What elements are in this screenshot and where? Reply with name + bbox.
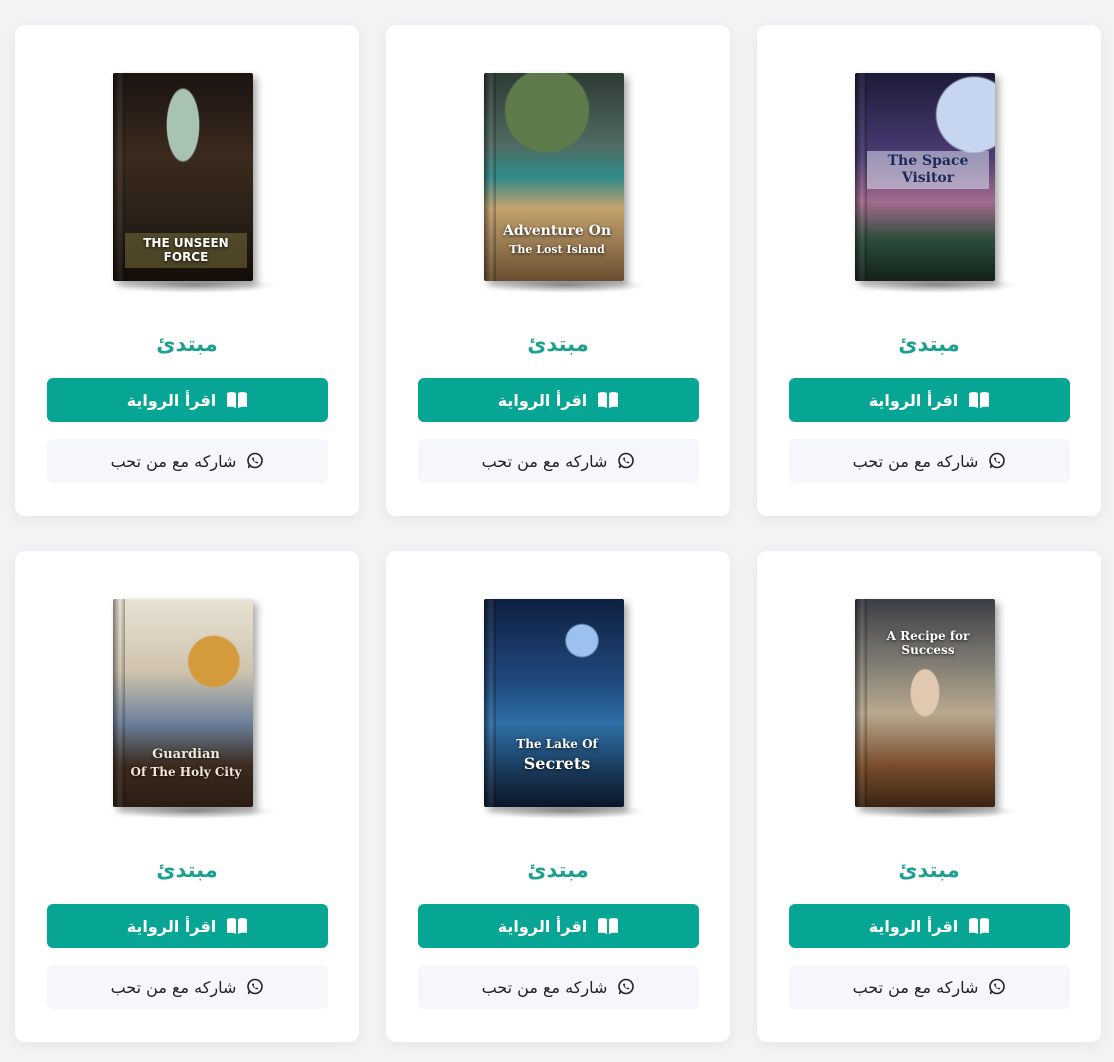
level-label: مبتدئ [527, 332, 589, 356]
level-label: مبتدئ [898, 858, 960, 882]
whatsapp-icon [246, 452, 264, 470]
open-book-icon [968, 917, 990, 935]
open-book-icon [226, 917, 248, 935]
read-novel-button[interactable]: اقرأ الرواية [418, 378, 699, 422]
cover-title: A Recipe for Success [886, 629, 970, 658]
level-label: مبتدئ [527, 858, 589, 882]
share-whatsapp-button[interactable]: شاركه مع من تحب [789, 439, 1070, 483]
read-button-label: اقرأ الرواية [497, 916, 588, 936]
book-card: THE UNSEEN FORCE مبتدئ اقرأ الرواية شارك… [15, 25, 359, 516]
book-cover[interactable]: Adventure On The Lost Island [478, 73, 648, 293]
share-button-label: شاركه مع من تحب [110, 451, 237, 471]
read-button-label: اقرأ الرواية [126, 916, 217, 936]
whatsapp-icon [988, 452, 1006, 470]
book-cover[interactable]: A Recipe for Success [849, 599, 1019, 819]
read-novel-button[interactable]: اقرأ الرواية [47, 378, 328, 422]
cover-subtitle: Of The Holy City [130, 765, 242, 779]
book-card: Guardian Of The Holy City مبتدئ اقرأ الر… [15, 551, 359, 1042]
read-button-label: اقرأ الرواية [126, 390, 217, 410]
book-grid: The Space Visitor مبتدئ اقرأ الرواية شار… [0, 0, 1114, 1062]
level-label: مبتدئ [156, 858, 218, 882]
share-whatsapp-button[interactable]: شاركه مع من تحب [418, 439, 699, 483]
cover-subtitle: Secrets [523, 754, 591, 773]
cover-title: The Lake Of [516, 737, 598, 751]
book-card: A Recipe for Success مبتدئ اقرأ الرواية … [757, 551, 1101, 1042]
share-whatsapp-button[interactable]: شاركه مع من تحب [47, 439, 328, 483]
level-label: مبتدئ [898, 332, 960, 356]
read-novel-button[interactable]: اقرأ الرواية [789, 378, 1070, 422]
book-card: The Space Visitor مبتدئ اقرأ الرواية شار… [757, 25, 1101, 516]
book-card: The Lake Of Secrets مبتدئ اقرأ الرواية ش… [386, 551, 730, 1042]
whatsapp-icon [617, 452, 635, 470]
open-book-icon [597, 391, 619, 409]
whatsapp-icon [246, 978, 264, 996]
cover-title: The Space Visitor [867, 151, 989, 189]
open-book-icon [597, 917, 619, 935]
book-card: Adventure On The Lost Island مبتدئ اقرأ … [386, 25, 730, 516]
share-whatsapp-button[interactable]: شاركه مع من تحب [789, 965, 1070, 1009]
share-button-label: شاركه مع من تحب [852, 977, 979, 997]
share-button-label: شاركه مع من تحب [110, 977, 237, 997]
share-whatsapp-button[interactable]: شاركه مع من تحب [418, 965, 699, 1009]
read-button-label: اقرأ الرواية [497, 390, 588, 410]
book-cover[interactable]: The Space Visitor [849, 73, 1019, 293]
read-button-label: اقرأ الرواية [868, 916, 959, 936]
book-cover[interactable]: THE UNSEEN FORCE [107, 73, 277, 293]
share-button-label: شاركه مع من تحب [481, 451, 608, 471]
cover-subtitle: The Lost Island [509, 243, 605, 256]
read-button-label: اقرأ الرواية [868, 390, 959, 410]
cover-title: Adventure On [502, 223, 612, 239]
whatsapp-icon [988, 978, 1006, 996]
read-novel-button[interactable]: اقرأ الرواية [418, 904, 699, 948]
cover-title: Guardian [152, 747, 220, 762]
read-novel-button[interactable]: اقرأ الرواية [789, 904, 1070, 948]
open-book-icon [226, 391, 248, 409]
book-cover[interactable]: Guardian Of The Holy City [107, 599, 277, 819]
open-book-icon [968, 391, 990, 409]
read-novel-button[interactable]: اقرأ الرواية [47, 904, 328, 948]
book-cover[interactable]: The Lake Of Secrets [478, 599, 648, 819]
share-whatsapp-button[interactable]: شاركه مع من تحب [47, 965, 328, 1009]
share-button-label: شاركه مع من تحب [481, 977, 608, 997]
whatsapp-icon [617, 978, 635, 996]
share-button-label: شاركه مع من تحب [852, 451, 979, 471]
level-label: مبتدئ [156, 332, 218, 356]
cover-title: THE UNSEEN FORCE [125, 233, 247, 268]
